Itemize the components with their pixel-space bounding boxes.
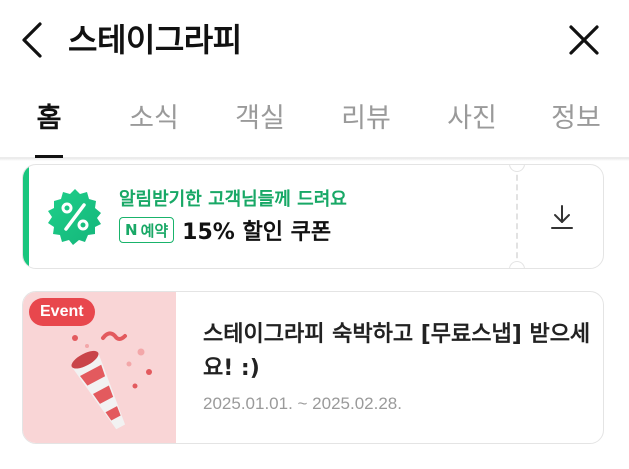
coupon-divider [516,165,518,268]
naver-reservation-badge: N 예약 [119,217,175,243]
event-card[interactable]: Event 스테이그라피 숙박하고 [무료스냅] 받으세요! :) 2025.0… [22,291,604,444]
percent-badge-icon [48,189,101,245]
tab-label: 리뷰 [341,103,391,134]
header: 스테이그라피 [0,0,629,82]
coupon-download-button[interactable] [519,165,603,268]
coupon-card[interactable]: 알림받기한 고객님들께 드려요 N 예약 15% 할인 쿠폰 [22,164,604,269]
back-button[interactable] [14,20,50,60]
tab-label: 소식 [129,103,179,134]
coupon-row: N 예약 15% 할인 쿠폰 [119,215,331,245]
event-content: 스테이그라피 숙박하고 [무료스냅] 받으세요! :) 2025.01.01. … [203,318,593,414]
tab-news[interactable]: 소식 [126,96,182,158]
tab-label: 객실 [235,103,285,134]
tab-reviews[interactable]: 리뷰 [338,96,394,158]
close-button[interactable] [562,20,606,60]
coupon-caption: 알림받기한 고객님들께 드려요 [119,189,347,210]
event-title: 스테이그라피 숙박하고 [무료스냅] 받으세요! :) [203,322,591,381]
tab-label: 정보 [551,103,601,134]
tab-shadow [0,158,629,161]
tab-label: 홈 [36,103,62,134]
coupon-accent-bar [23,165,29,268]
download-icon [551,204,573,229]
tab-info[interactable]: 정보 [548,96,604,158]
tab-bar: 홈 소식 객실 리뷰 사진 정보 [0,82,629,158]
event-thumbnail: Event [23,292,176,443]
event-badge: Event [29,298,95,326]
badge-label: 예약 [140,221,169,240]
coupon-title: 15% 할인 쿠폰 [182,220,332,245]
page-title: 스테이그라피 [68,21,242,59]
chevron-left-icon [22,22,42,58]
close-icon [569,25,599,55]
tab-label: 사진 [447,103,497,134]
event-date: 2025.01.01. ~ 2025.02.28. [203,394,402,413]
tab-rooms[interactable]: 객실 [232,96,288,158]
party-popper-icon [71,331,152,430]
tab-photos[interactable]: 사진 [444,96,500,158]
tab-home[interactable]: 홈 [35,96,63,158]
naver-n-logo: N [125,221,138,239]
